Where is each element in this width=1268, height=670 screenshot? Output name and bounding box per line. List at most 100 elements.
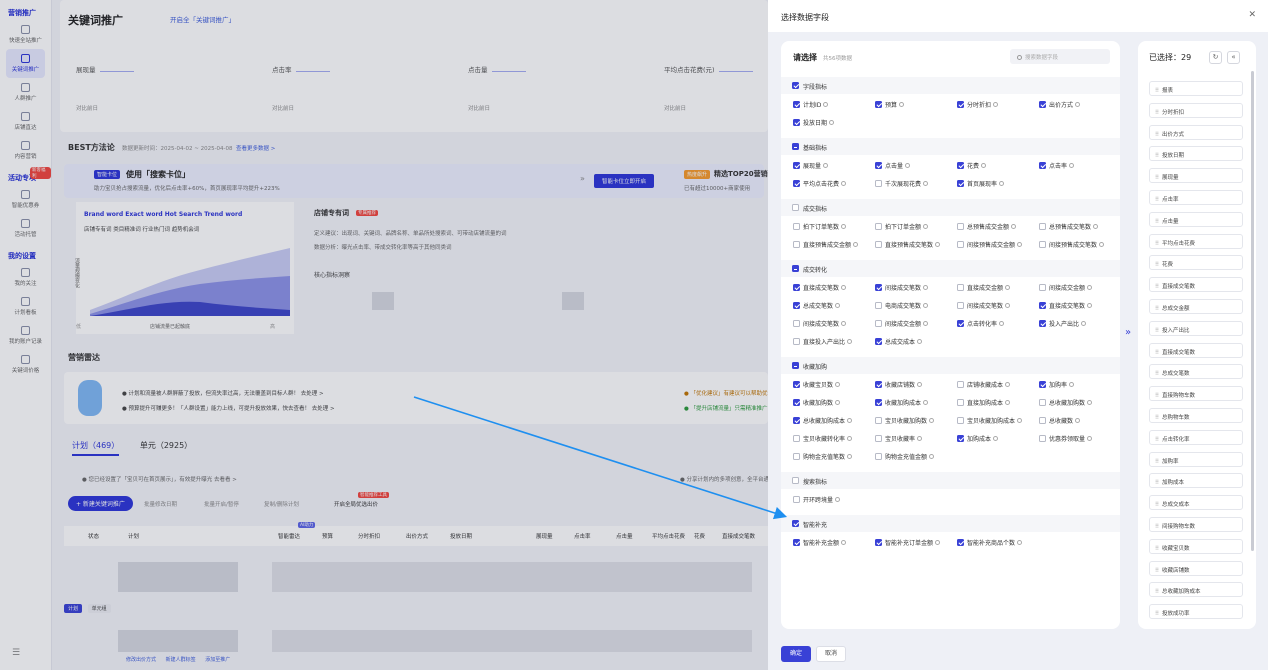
help-icon[interactable] bbox=[823, 163, 829, 168]
field-checkbox-item[interactable]: 间接预售成交笔数 bbox=[1039, 240, 1105, 249]
selected-field-item[interactable]: ⠿ 投放日期 bbox=[1149, 146, 1243, 162]
help-icon[interactable] bbox=[1069, 163, 1075, 168]
help-icon[interactable] bbox=[841, 224, 847, 229]
checkbox[interactable] bbox=[875, 223, 882, 230]
field-checkbox-item[interactable]: 直接预售成交金额 bbox=[793, 240, 859, 249]
field-checkbox-item[interactable]: 计划ID bbox=[793, 100, 829, 109]
help-icon[interactable] bbox=[899, 102, 905, 107]
checkbox[interactable] bbox=[875, 417, 882, 424]
confirm-button[interactable]: 确定 bbox=[781, 646, 811, 662]
field-group-header[interactable]: 基础指标 bbox=[781, 138, 1120, 155]
checkbox[interactable] bbox=[875, 302, 882, 309]
selected-field-item[interactable]: ⠿ 间接购物车数 bbox=[1149, 517, 1243, 532]
checkbox[interactable] bbox=[793, 435, 800, 442]
field-checkbox-item[interactable]: 点击转化率 bbox=[957, 319, 1005, 328]
help-icon[interactable] bbox=[923, 321, 929, 326]
group-checkbox[interactable] bbox=[792, 82, 799, 89]
close-icon[interactable]: ✕ bbox=[1248, 10, 1256, 20]
field-checkbox-item[interactable]: 宝贝收藏加购数 bbox=[875, 416, 935, 425]
group-checkbox[interactable] bbox=[792, 143, 799, 150]
checkbox[interactable] bbox=[875, 539, 882, 546]
scrollbar[interactable] bbox=[1251, 71, 1254, 551]
help-icon[interactable] bbox=[841, 181, 847, 186]
field-checkbox-item[interactable]: 收藏店铺数 bbox=[875, 380, 923, 389]
field-checkbox-item[interactable]: 总预售成交笔数 bbox=[1039, 222, 1099, 231]
drag-handle-icon[interactable]: ⠿ bbox=[1155, 437, 1159, 443]
help-icon[interactable] bbox=[929, 418, 935, 423]
help-icon[interactable] bbox=[1099, 242, 1105, 247]
field-checkbox-item[interactable]: 总收藏加购数 bbox=[1039, 398, 1093, 407]
checkbox[interactable] bbox=[957, 180, 964, 187]
field-checkbox-item[interactable]: 收藏加购成本 bbox=[875, 398, 929, 407]
help-icon[interactable] bbox=[1087, 436, 1093, 441]
checkbox[interactable] bbox=[1039, 435, 1046, 442]
help-icon[interactable] bbox=[1087, 285, 1093, 290]
help-icon[interactable] bbox=[917, 339, 923, 344]
field-checkbox-item[interactable]: 购物金充值笔数 bbox=[793, 452, 853, 461]
help-icon[interactable] bbox=[841, 285, 847, 290]
help-icon[interactable] bbox=[929, 454, 935, 459]
help-icon[interactable] bbox=[835, 497, 841, 502]
help-icon[interactable] bbox=[835, 303, 841, 308]
checkbox[interactable] bbox=[793, 241, 800, 248]
selected-field-item[interactable]: ⠿ 直接成交笔数 bbox=[1149, 277, 1243, 293]
group-checkbox[interactable] bbox=[792, 362, 799, 369]
help-icon[interactable] bbox=[923, 303, 929, 308]
field-checkbox-item[interactable]: 间接成交笔数 bbox=[957, 301, 1011, 310]
drag-handle-icon[interactable]: ⠿ bbox=[1155, 88, 1159, 94]
checkbox[interactable] bbox=[875, 180, 882, 187]
field-search-input[interactable]: 搜索数据字段 bbox=[1010, 49, 1110, 64]
field-checkbox-item[interactable]: 智能补充金额 bbox=[793, 538, 847, 547]
field-checkbox-item[interactable]: 总成交笔数 bbox=[793, 301, 841, 310]
checkbox[interactable] bbox=[875, 320, 882, 327]
help-icon[interactable] bbox=[935, 242, 941, 247]
drag-handle-icon[interactable]: ⠿ bbox=[1155, 415, 1159, 421]
drag-handle-icon[interactable]: ⠿ bbox=[1155, 262, 1159, 268]
help-icon[interactable] bbox=[1011, 224, 1017, 229]
checkbox[interactable] bbox=[1039, 223, 1046, 230]
checkbox[interactable] bbox=[875, 241, 882, 248]
drag-handle-icon[interactable]: ⠿ bbox=[1155, 393, 1159, 399]
help-icon[interactable] bbox=[1005, 303, 1011, 308]
drag-handle-icon[interactable]: ⠿ bbox=[1155, 175, 1159, 181]
help-icon[interactable] bbox=[847, 418, 853, 423]
field-checkbox-item[interactable]: 平均点击花费 bbox=[793, 179, 847, 188]
checkbox[interactable] bbox=[793, 496, 800, 503]
field-checkbox-item[interactable]: 千次展现花费 bbox=[875, 179, 929, 188]
help-icon[interactable] bbox=[1087, 303, 1093, 308]
drag-handle-icon[interactable]: ⠿ bbox=[1155, 611, 1159, 617]
checkbox[interactable] bbox=[957, 284, 964, 291]
help-icon[interactable] bbox=[1081, 321, 1087, 326]
selected-field-item[interactable]: ⠿ 出价方式 bbox=[1149, 124, 1243, 140]
checkbox[interactable] bbox=[793, 284, 800, 291]
checkbox[interactable] bbox=[793, 320, 800, 327]
checkbox[interactable] bbox=[957, 302, 964, 309]
selected-field-item[interactable]: ⠿ 点击转化率 bbox=[1149, 429, 1243, 445]
checkbox[interactable] bbox=[1039, 101, 1046, 108]
checkbox[interactable] bbox=[793, 162, 800, 169]
selected-field-item[interactable]: ⠿ 投入产出比 bbox=[1149, 320, 1243, 336]
checkbox[interactable] bbox=[793, 180, 800, 187]
checkbox[interactable] bbox=[957, 241, 964, 248]
selected-field-item[interactable]: ⠿ 点击量 bbox=[1149, 211, 1243, 227]
help-icon[interactable] bbox=[999, 181, 1005, 186]
checkbox[interactable] bbox=[793, 101, 800, 108]
selected-field-item[interactable]: ⠿ 直接购物车数 bbox=[1149, 386, 1243, 402]
checkbox[interactable] bbox=[1039, 162, 1046, 169]
help-icon[interactable] bbox=[841, 321, 847, 326]
field-checkbox-item[interactable]: 投入产出比 bbox=[1039, 319, 1087, 328]
field-checkbox-item[interactable]: 宝贝收藏率 bbox=[875, 434, 923, 443]
drag-handle-icon[interactable]: ⠿ bbox=[1155, 132, 1159, 138]
selected-field-item[interactable]: ⠿ 总成交成本 bbox=[1149, 495, 1243, 511]
selected-field-item[interactable]: ⠿ 加购率 bbox=[1149, 451, 1243, 467]
field-checkbox-item[interactable]: 开环跨境量 bbox=[793, 495, 841, 504]
checkbox[interactable] bbox=[957, 101, 964, 108]
field-checkbox-item[interactable]: 直接成交金额 bbox=[957, 283, 1011, 292]
checkbox[interactable] bbox=[1039, 399, 1046, 406]
field-checkbox-item[interactable]: 拍下订单笔数 bbox=[793, 222, 847, 231]
field-checkbox-item[interactable]: 点击率 bbox=[1039, 161, 1075, 170]
help-icon[interactable] bbox=[1017, 242, 1023, 247]
help-icon[interactable] bbox=[823, 102, 829, 107]
selected-field-item[interactable]: ⠿ 总收藏加购成本 bbox=[1149, 582, 1243, 598]
checkbox[interactable] bbox=[1039, 241, 1046, 248]
